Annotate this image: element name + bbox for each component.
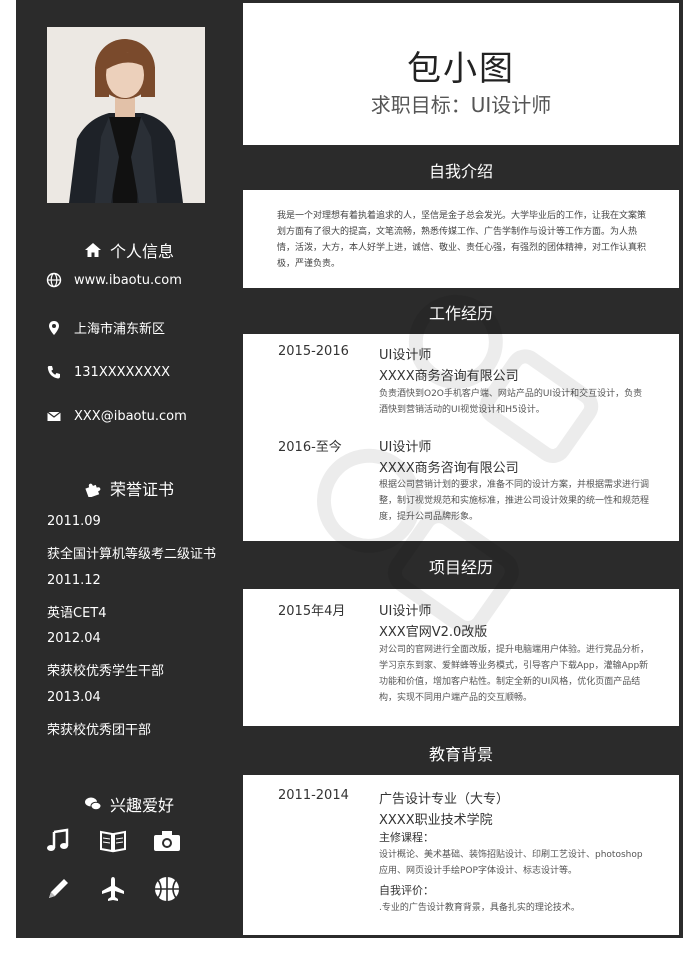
main-column: 包小图 求职目标：UI设计师 自我介绍 我是一个对理想有着执着追求的人，坚信是金… — [243, 0, 679, 938]
education-school: XXXX职业技术学院 — [379, 813, 493, 828]
contact-website: www.ibaotu.com — [46, 272, 182, 288]
education-major: 广告设计专业（大专） — [379, 792, 510, 807]
honor-title: 荣誉证书 — [109, 480, 174, 499]
contact-website-text: www.ibaotu.com — [74, 272, 182, 288]
project-panel: 2015年4月 UI设计师 XXX官网V2.0改版 对公司的官网进行全面改版，提… — [243, 589, 679, 726]
project-heading: 项目经历 — [428, 558, 493, 577]
work-desc-1: 负责酒快到O2O手机客户端、网站产品的UI设计和交互设计，负责酒快到营销活动的U… — [379, 389, 643, 415]
hobby-title: 兴趣爱好 — [109, 796, 174, 815]
puzzle-icon — [84, 479, 102, 498]
personal-info-heading: 个人信息 — [16, 238, 242, 262]
chat-icon — [84, 795, 102, 813]
contact-email: XXX@ibaotu.com — [46, 408, 187, 424]
work-org-2: XXXX商务咨询有限公司 — [379, 461, 519, 476]
personal-info-title: 个人信息 — [109, 242, 174, 261]
mail-icon — [46, 408, 62, 424]
contact-address: 上海市浦东新区 — [46, 318, 165, 337]
honor-heading: 荣誉证书 — [16, 476, 242, 500]
self-eval-text: .专业的广告设计教育背景，具备扎实的理论技术。 — [379, 903, 580, 913]
camera-icon — [152, 826, 182, 856]
self-eval-label: 自我评价： — [379, 884, 434, 897]
intro-panel: 我是一个对理想有着执着追求的人，坚信是金子总会发光。大学毕业后的工作，让我在文案… — [243, 190, 679, 288]
sidebar: 个人信息 www.ibaotu.com 上海市浦东新区 131XXXXXXXX … — [16, 0, 242, 938]
phone-icon — [46, 364, 62, 380]
resume-frame: 个人信息 www.ibaotu.com 上海市浦东新区 131XXXXXXXX … — [16, 0, 683, 938]
honor-date-2: 2011.12 — [47, 573, 101, 588]
contact-phone: 131XXXXXXXX — [46, 364, 170, 380]
contact-email-text: XXX@ibaotu.com — [74, 408, 187, 424]
airplane-icon — [98, 874, 128, 904]
honor-item-4: 荣获校优秀团干部 — [47, 723, 152, 738]
work-role-1: UI设计师 — [379, 348, 432, 363]
project-date: 2015年4月 — [278, 604, 346, 619]
work-date-1: 2015-2016 — [278, 344, 349, 359]
job-target: 求职目标：UI设计师 — [370, 93, 552, 117]
book-icon — [98, 826, 128, 856]
courses-label: 主修课程： — [379, 831, 434, 844]
honor-item-3: 荣获校优秀学生干部 — [47, 664, 165, 679]
work-desc-2: 根据公司营销计划的要求，准备不同的设计方案，并根据需求进行调整，制订视觉规范和实… — [379, 480, 650, 522]
globe-icon — [46, 272, 62, 288]
honor-date-3: 2012.04 — [47, 631, 101, 646]
intro-heading: 自我介绍 — [428, 162, 493, 181]
home-icon — [84, 241, 102, 259]
courses-text: 设计概论、美术基础、装饰招贴设计、印刷工艺设计、photoshop应用、网页设计… — [379, 850, 643, 876]
education-panel: 2011-2014 广告设计专业（大专） XXXX职业技术学院 主修课程： 设计… — [243, 775, 679, 935]
location-pin-icon — [46, 320, 62, 336]
pencil-icon — [43, 874, 73, 904]
honor-date-4: 2013.04 — [47, 690, 101, 705]
basketball-icon — [152, 874, 182, 904]
project-name: XXX官网V2.0改版 — [379, 625, 488, 640]
work-panel: 2015-2016 UI设计师 XXXX商务咨询有限公司 负责酒快到O2O手机客… — [243, 334, 679, 541]
music-icon — [43, 826, 73, 856]
hobby-heading: 兴趣爱好 — [16, 792, 242, 816]
honor-date-1: 2011.09 — [47, 514, 101, 529]
contact-address-text: 上海市浦东新区 — [74, 322, 166, 337]
header-panel: 包小图 求职目标：UI设计师 — [243, 3, 679, 145]
work-heading: 工作经历 — [428, 304, 493, 323]
work-org-1: XXXX商务咨询有限公司 — [379, 369, 519, 384]
project-role: UI设计师 — [379, 604, 432, 619]
contact-phone-text: 131XXXXXXXX — [74, 364, 171, 380]
candidate-name: 包小图 — [407, 49, 515, 89]
education-date: 2011-2014 — [278, 788, 349, 803]
honor-item-1: 获全国计算机等级考二级证书 — [47, 547, 217, 562]
intro-text: 我是一个对理想有着执着追求的人，坚信是金子总会发光。大学毕业后的工作，让我在文案… — [277, 211, 647, 269]
work-role-2: UI设计师 — [379, 440, 432, 455]
honor-item-2: 英语CET4 — [47, 606, 107, 621]
profile-photo — [47, 27, 205, 203]
work-date-2: 2016-至今 — [278, 440, 342, 455]
project-desc: 对公司的官网进行全面改版，提升电脑端用户体验。进行竞品分析，学习京东到家、爱鲜蜂… — [379, 645, 650, 703]
education-heading: 教育背景 — [428, 745, 493, 764]
